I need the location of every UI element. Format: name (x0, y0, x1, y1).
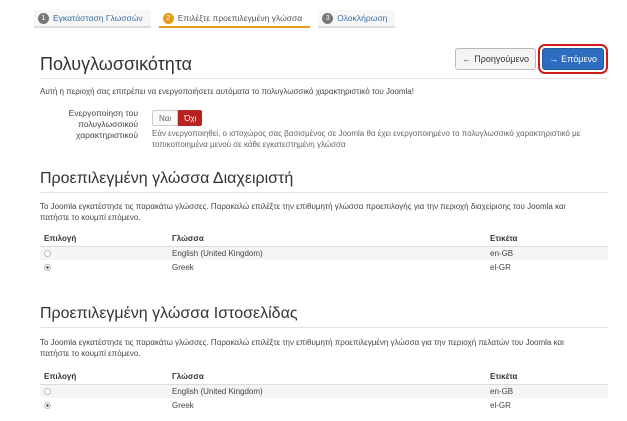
step-install-languages[interactable]: 1 Εγκατάσταση Γλωσσών (34, 10, 151, 28)
toggle-yes-button[interactable]: Ναι (152, 110, 179, 126)
admin-language-table: Επιλογή Γλώσσα Ετικέτα English (United K… (40, 232, 608, 274)
language-tag: en-GB (486, 384, 608, 398)
multilang-toggle: Ναι Όχι (152, 110, 203, 126)
language-name: Greek (172, 400, 194, 410)
column-header: Γλώσσα (168, 370, 486, 385)
language-tag: en-GB (486, 246, 608, 260)
multilang-field-label: Ενεργοποίηση του πολυγλωσσικού χαρακτηρι… (68, 108, 138, 140)
step-number: 3 (322, 12, 334, 24)
divider (40, 327, 608, 328)
language-name: Greek (172, 262, 194, 272)
page-title: Πολυγλωσσικότητα (40, 54, 192, 74)
site-language-title: Προεπιλεγμένη γλώσσα Ιστοσελίδας (40, 305, 298, 322)
language-name: English (United Kingdom) (168, 384, 486, 398)
divider (40, 78, 608, 79)
next-button[interactable]: → Επόμενο (538, 44, 608, 74)
table-row[interactable]: Greek el-GR (40, 260, 608, 274)
language-radio[interactable] (44, 388, 51, 396)
previous-button[interactable]: ← Προηγούμενο (455, 48, 536, 70)
column-header: Ετικέτα (486, 232, 608, 247)
admin-language-desc: Το Joomla εγκατέστησε τις παρακάτω γλώσσ… (40, 202, 566, 222)
arrow-left-icon: ← (462, 54, 472, 64)
next-label: Επόμενο (561, 54, 597, 64)
table-row[interactable]: English (United Kingdom) en-GB (40, 384, 608, 398)
language-tag: el-GR (490, 262, 511, 272)
install-steps: 1 Εγκατάσταση Γλωσσών 2 Επιλέξτε προεπιλ… (34, 10, 396, 28)
page-header: Πολυγλωσσικότητα ← Προηγούμενο → Επόμενο (40, 44, 608, 76)
language-name: English (United Kingdom) (168, 246, 486, 260)
admin-language-title: Προεπιλεγμένη γλώσσα Διαχειριστή (40, 170, 294, 187)
column-header: Γλώσσα (168, 232, 486, 247)
divider (40, 192, 608, 193)
table-row[interactable]: Greek el-GR (40, 398, 608, 412)
step-label: Επιλέξτε προεπιλεγμένη γλώσσα (177, 13, 303, 23)
table-row[interactable]: English (United Kingdom) en-GB (40, 246, 608, 260)
step-number: 2 (162, 12, 174, 24)
arrow-right-icon: → (549, 54, 559, 64)
step-label: Εγκατάσταση Γλωσσών (53, 13, 143, 23)
step-complete[interactable]: 3 Ολοκλήρωση (318, 10, 396, 28)
table-header: Επιλογή Γλώσσα Ετικέτα (40, 232, 608, 247)
toggle-no-button[interactable]: Όχι (178, 110, 203, 126)
language-radio[interactable] (44, 263, 51, 271)
step-default-language[interactable]: 2 Επιλέξτε προεπιλεγμένη γλώσσα (158, 10, 311, 28)
table-header: Επιλογή Γλώσσα Ετικέτα (40, 370, 608, 385)
multilang-intro: Αυτή η περιοχή σας επιτρέπει να ενεργοπο… (40, 87, 414, 96)
column-header: Επιλογή (40, 232, 168, 247)
previous-label: Προηγούμενο (474, 54, 529, 64)
step-number: 1 (38, 12, 49, 24)
language-radio[interactable] (44, 250, 51, 258)
column-header: Ετικέτα (486, 370, 608, 385)
language-radio[interactable] (44, 401, 51, 409)
step-label: Ολοκλήρωση (337, 13, 388, 23)
site-language-desc: Το Joomla εγκατέστησε τις παρακάτω γλώσσ… (40, 338, 564, 358)
site-language-table: Επιλογή Γλώσσα Ετικέτα English (United K… (40, 370, 608, 412)
multilang-help-text: Εάν ενεργοποιηθεί, ο ιστοχώρος σας βασισ… (152, 129, 581, 149)
column-header: Επιλογή (40, 370, 168, 385)
language-tag: el-GR (490, 400, 511, 410)
